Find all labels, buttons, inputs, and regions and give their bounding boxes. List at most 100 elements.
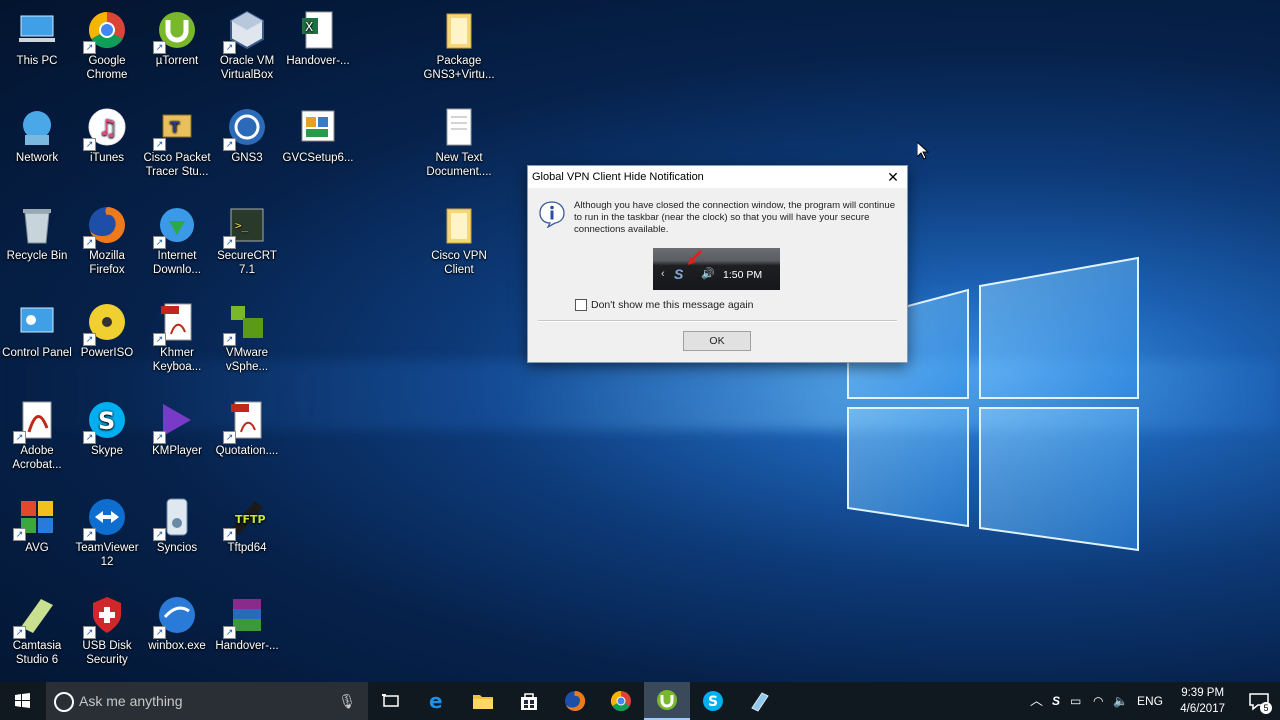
battery-icon[interactable]: ▭ xyxy=(1070,682,1081,720)
desktop-shortcut-label: Khmer Keyboa... xyxy=(152,347,202,373)
chevron-up-icon[interactable]: ︿ xyxy=(1030,682,1043,720)
volume-icon[interactable]: 🔈 xyxy=(1113,682,1128,720)
task-view-icon[interactable] xyxy=(368,682,414,720)
start-button[interactable] xyxy=(0,682,46,720)
desktop-shortcut[interactable]: ↗ µTorrent xyxy=(140,4,214,68)
desktop-shortcut-label: SecureCRT 7.1 xyxy=(217,250,277,276)
desktop-shortcut[interactable]: >_ ↗ SecureCRT 7.1 xyxy=(210,199,284,277)
desktop-shortcut[interactable]: New Text Document.... xyxy=(422,101,496,179)
desktop-shortcut-label: Adobe Acrobat... xyxy=(12,445,62,471)
dont-show-checkbox[interactable]: Don't show me this message again xyxy=(575,299,754,311)
desktop-shortcut-label: GVCSetup6... xyxy=(282,152,354,164)
shortcut-arrow-icon: ↗ xyxy=(223,41,236,54)
desktop-shortcut[interactable]: ↗ USB Disk Security xyxy=(70,589,144,667)
desktop-shortcut-label: Handover-... xyxy=(215,640,279,652)
skype-icon[interactable]: S xyxy=(690,682,736,720)
shortcut-arrow-icon: ↗ xyxy=(83,626,96,639)
desktop-shortcut[interactable]: ↗ Handover-... xyxy=(210,589,284,653)
store-icon[interactable] xyxy=(506,682,552,720)
svg-text:e: e xyxy=(429,690,443,712)
ok-button[interactable]: OK xyxy=(683,331,751,351)
desktop-shortcut-label: Cisco Packet Tracer Stu... xyxy=(143,152,211,178)
firefox-icon[interactable] xyxy=(552,682,598,720)
close-icon: ✕ xyxy=(887,169,899,185)
desktop-shortcut[interactable]: ↗ Google Chrome xyxy=(70,4,144,82)
desktop-shortcut[interactable]: ↗ Camtasia Studio 6 xyxy=(0,589,74,667)
desktop-shortcut-label: New Text Document.... xyxy=(426,152,492,178)
desktop-shortcut-label: Network xyxy=(15,152,59,164)
desktop-shortcut[interactable]: ↗ winbox.exe xyxy=(140,589,214,653)
desktop-shortcut[interactable]: Recycle Bin xyxy=(0,199,74,263)
desktop-shortcut[interactable]: ↗ KMPlayer xyxy=(140,394,214,458)
desktop-shortcut[interactable]: Cisco VPN Client xyxy=(422,199,496,277)
divider xyxy=(538,320,897,322)
language-indicator[interactable]: ENG xyxy=(1137,682,1163,720)
red-arrow-icon xyxy=(688,250,702,265)
preview-time: 1:50 PM xyxy=(723,269,763,281)
edge-icon[interactable]: e xyxy=(414,682,460,720)
desktop-shortcut[interactable]: ↗ TeamViewer 12 xyxy=(70,491,144,569)
utorrent-icon[interactable] xyxy=(644,682,690,720)
desktop-shortcut-label: PowerISO xyxy=(80,347,134,359)
vpn-hide-notification-dialog: Global VPN Client Hide Notification ✕ Al… xyxy=(527,165,908,363)
notepad-icon[interactable] xyxy=(736,682,782,720)
desktop-shortcut-label: Skype xyxy=(91,445,123,457)
shortcut-arrow-icon: ↗ xyxy=(223,138,236,151)
desktop-shortcut[interactable]: ↗ PowerISO xyxy=(70,296,144,360)
desktop-shortcut[interactable]: TFTP ↗ Tftpd64 xyxy=(210,491,284,555)
mouse-cursor-icon xyxy=(917,142,929,160)
search-box[interactable]: Ask me anything 🎙 xyxy=(46,682,368,720)
desktop-shortcut-label: GNS3 xyxy=(231,152,263,164)
desktop-shortcut[interactable]: ↗ AVG xyxy=(0,491,74,555)
desktop-shortcut[interactable]: Package GNS3+Virtu... xyxy=(422,4,496,82)
desktop-shortcut[interactable]: ↗ Oracle VM VirtualBox xyxy=(210,4,284,82)
desktop-shortcut[interactable]: ♫ ↗ iTunes xyxy=(70,101,144,165)
desktop-shortcut[interactable]: ↗ Quotation.... xyxy=(210,394,284,458)
this-pc-icon xyxy=(19,15,55,42)
clock-date: 4/6/2017 xyxy=(1180,703,1225,715)
desktop-shortcut[interactable]: Control Panel xyxy=(0,296,74,360)
desktop-shortcut[interactable]: ↗ GNS3 xyxy=(210,101,284,165)
checkbox-box[interactable] xyxy=(575,299,587,311)
shortcut-arrow-icon: ↗ xyxy=(153,138,166,151)
desktop-shortcut-label: KMPlayer xyxy=(152,445,202,457)
desktop-shortcut[interactable]: ↗ Internet Downlo... xyxy=(140,199,214,277)
desktop-shortcut[interactable]: This PC xyxy=(0,4,74,68)
desktop-shortcut[interactable]: GVCSetup6... xyxy=(281,101,355,165)
recycle-bin-icon xyxy=(23,209,51,244)
shortcut-arrow-icon: ↗ xyxy=(153,528,166,541)
folder-icon xyxy=(446,208,472,244)
desktop-shortcut[interactable]: ↗ Mozilla Firefox xyxy=(70,199,144,277)
installer-icon xyxy=(301,110,335,142)
desktop-shortcut[interactable]: T ↗ Cisco Packet Tracer Stu... xyxy=(140,101,214,179)
desktop-shortcut[interactable]: Network xyxy=(0,101,74,165)
chevron-left-icon: ‹ xyxy=(661,268,665,280)
taskbar-preview-image: ‹ S 🔊 1:50 PM xyxy=(653,248,780,290)
file-explorer-icon[interactable] xyxy=(460,682,506,720)
chrome-icon[interactable] xyxy=(598,682,644,720)
desktop-shortcut[interactable]: ↗ Khmer Keyboa... xyxy=(140,296,214,374)
desktop-shortcut[interactable]: ↗ Syncios xyxy=(140,491,214,555)
close-button[interactable]: ✕ xyxy=(879,166,907,188)
microphone-icon[interactable]: 🎙 xyxy=(338,682,356,720)
desktop-shortcut-label: Syncios xyxy=(156,542,198,554)
desktop-shortcut-label: Recycle Bin xyxy=(6,250,68,262)
desktop-shortcut[interactable]: ↗ VMware vSphe... xyxy=(210,296,284,374)
desktop-shortcut[interactable]: S ↗ Skype xyxy=(70,394,144,458)
desktop-shortcut-label: Mozilla Firefox xyxy=(89,250,125,276)
desktop-shortcut[interactable]: ↗ Adobe Acrobat... xyxy=(0,394,74,472)
vpn-tray-icon[interactable]: S xyxy=(1052,682,1060,720)
wifi-icon[interactable]: ◠ xyxy=(1093,682,1103,720)
desktop-shortcut-label: Quotation.... xyxy=(215,445,279,457)
vpn-tray-icon: S xyxy=(674,266,684,282)
desktop-shortcut-label: winbox.exe xyxy=(148,640,206,652)
desktop-shortcut[interactable]: X Handover-... xyxy=(281,4,355,68)
desktop-shortcut-label: iTunes xyxy=(89,152,125,164)
dialog-title-bar[interactable]: Global VPN Client Hide Notification ✕ xyxy=(528,166,907,188)
dialog-message: Although you have closed the connection … xyxy=(574,200,896,235)
clock[interactable]: 9:39 PM 4/6/2017 xyxy=(1180,685,1225,717)
shortcut-arrow-icon: ↗ xyxy=(223,528,236,541)
action-center-button[interactable]: 5 xyxy=(1248,690,1272,714)
folder-icon xyxy=(446,13,472,49)
search-placeholder: Ask me anything xyxy=(79,693,183,709)
